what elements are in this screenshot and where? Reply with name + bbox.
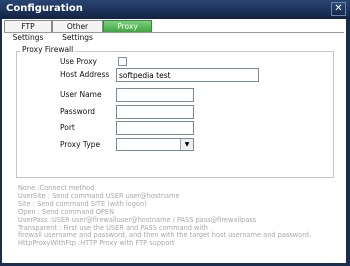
- tab-other-settings[interactable]: Other Settings: [52, 20, 103, 42]
- port-label: Port: [60, 123, 75, 132]
- window-title: Configuration: [6, 3, 83, 14]
- dialog-body: FTP Settings Other Settings Proxy Settin…: [2, 19, 346, 263]
- proxy-firewall-label: Proxy Firewall: [20, 45, 76, 54]
- proxy-type-select[interactable]: ▼: [116, 138, 194, 151]
- use-proxy-checkbox[interactable]: [118, 57, 127, 66]
- tab-ftp-settings[interactable]: FTP Settings: [4, 20, 52, 42]
- chevron-down-icon[interactable]: ▼: [180, 139, 193, 150]
- proxy-type-label: Proxy Type: [60, 140, 101, 149]
- proxy-type-help-text: None :Connect method UserSite : Send com…: [18, 184, 318, 248]
- proxy-type-value: [117, 140, 119, 149]
- help-line: HttpProxyWithFtp :HTTP Proxy with FTP su…: [18, 239, 175, 248]
- tab-divider: [4, 32, 344, 33]
- port-input[interactable]: [116, 121, 194, 135]
- host-address-label: Host Address: [60, 70, 110, 79]
- host-address-input[interactable]: [116, 68, 259, 82]
- password-label: Password: [60, 107, 96, 116]
- close-button[interactable]: ✕: [331, 2, 346, 16]
- password-input[interactable]: [116, 105, 194, 119]
- tab-proxy-settings[interactable]: Proxy Settings: [103, 20, 152, 42]
- user-name-label: User Name: [60, 90, 102, 99]
- configuration-window: Configuration ✕ FTP Settings Other Setti…: [0, 0, 350, 266]
- use-proxy-label: Use Proxy: [60, 57, 97, 66]
- user-name-input[interactable]: [116, 88, 194, 102]
- title-bar[interactable]: Configuration ✕: [0, 0, 350, 19]
